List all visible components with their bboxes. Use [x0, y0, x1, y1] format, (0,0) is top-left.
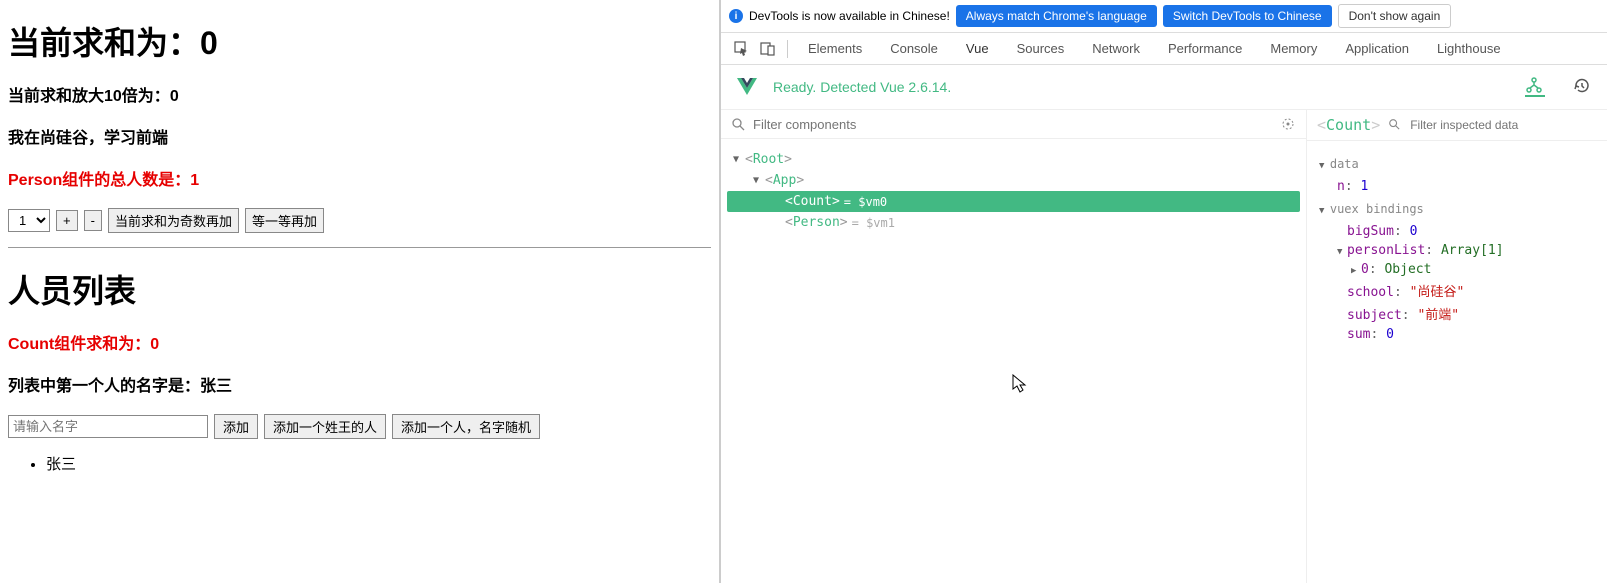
components-tab-icon[interactable]: [1525, 77, 1545, 97]
switch-chinese-button[interactable]: Switch DevTools to Chinese: [1163, 5, 1332, 27]
filter-inspected-input[interactable]: [1410, 118, 1597, 132]
language-notice-bar: i DevTools is now available in Chinese! …: [721, 0, 1607, 33]
devtools-pane: i DevTools is now available in Chinese! …: [720, 0, 1607, 583]
tree-node-person[interactable]: <Person> = $vm1: [727, 212, 1300, 233]
inspect-panel: <Count> data n: 1 vuex bindings bigSum: …: [1307, 110, 1607, 583]
sum-heading: 当前求和为：0: [8, 18, 711, 64]
name-input[interactable]: [8, 415, 208, 438]
list-item: 张三: [46, 453, 711, 474]
plus-button[interactable]: +: [56, 210, 78, 231]
inspect-element-icon[interactable]: [733, 40, 751, 58]
count-controls: 1 + - 当前求和为奇数再加 等一等再加: [8, 208, 711, 233]
match-language-button[interactable]: Always match Chrome's language: [956, 5, 1157, 27]
search-icon: [1388, 118, 1402, 132]
add-random-button[interactable]: 添加一个人，名字随机: [392, 414, 540, 439]
device-toolbar-icon[interactable]: [759, 40, 777, 58]
prop-sum[interactable]: sum: 0: [1319, 325, 1595, 344]
tab-network[interactable]: Network: [1078, 33, 1154, 64]
prop-personlist[interactable]: ▼personList: Array[1]: [1319, 241, 1595, 260]
person-total-line: Person组件的总人数是：1: [8, 166, 711, 190]
add-wang-button[interactable]: 添加一个姓王的人: [264, 414, 386, 439]
first-name-line: 列表中第一个人的名字是：张三: [8, 372, 711, 396]
tree-filter-bar: [721, 110, 1306, 139]
vue-status-text: Ready. Detected Vue 2.6.14.: [773, 79, 951, 95]
vue-panel-header: Ready. Detected Vue 2.6.14.: [721, 65, 1607, 110]
prop-bigsum[interactable]: bigSum: 0: [1319, 222, 1595, 241]
inspected-component-name: <Count>: [1317, 116, 1380, 134]
notice-text: DevTools is now available in Chinese!: [749, 9, 950, 23]
select-component-icon[interactable]: [1280, 116, 1296, 132]
add-button[interactable]: 添加: [214, 414, 258, 439]
app-pane: 当前求和为：0 当前求和放大10倍为：0 我在尚硅谷，学习前端 Person组件…: [0, 0, 720, 583]
tentimes-line: 当前求和放大10倍为：0: [8, 82, 711, 106]
data-section-header[interactable]: data: [1319, 157, 1595, 171]
vuex-section-header[interactable]: vuex bindings: [1319, 202, 1595, 216]
tab-elements[interactable]: Elements: [794, 33, 876, 64]
vue-logo-icon: [735, 75, 759, 99]
divider: [8, 247, 711, 248]
prop-n[interactable]: n: 1: [1319, 177, 1595, 196]
minus-button[interactable]: -: [84, 210, 102, 231]
history-icon[interactable]: [1573, 77, 1593, 97]
tab-console[interactable]: Console: [876, 33, 952, 64]
prop-subject[interactable]: subject: "前端": [1319, 302, 1595, 325]
increment-select[interactable]: 1: [8, 209, 50, 232]
component-tree-panel: ▼<Root> ▼<App> <Count> = $vm0 <Person> =…: [721, 110, 1307, 583]
odd-add-button[interactable]: 当前求和为奇数再加: [108, 208, 239, 233]
prop-personlist-0[interactable]: ▶0: Object: [1319, 260, 1595, 279]
tab-lighthouse[interactable]: Lighthouse: [1423, 33, 1515, 64]
school-line: 我在尚硅谷，学习前端: [8, 124, 711, 148]
devtools-tab-bar: Elements Console Vue Sources Network Per…: [721, 33, 1607, 65]
tab-sources[interactable]: Sources: [1003, 33, 1079, 64]
prop-school[interactable]: school: "尚硅谷": [1319, 279, 1595, 302]
count-sum-line: Count组件求和为：0: [8, 330, 711, 354]
tab-performance[interactable]: Performance: [1154, 33, 1256, 64]
tab-application[interactable]: Application: [1331, 33, 1423, 64]
tree-node-count[interactable]: <Count> = $vm0: [727, 191, 1300, 212]
wait-add-button[interactable]: 等一等再加: [245, 208, 324, 233]
tree-node-app[interactable]: ▼<App>: [727, 170, 1300, 191]
tab-memory[interactable]: Memory: [1256, 33, 1331, 64]
tab-vue[interactable]: Vue: [952, 33, 1003, 64]
info-icon: i: [729, 9, 743, 23]
dismiss-notice-button[interactable]: Don't show again: [1338, 4, 1452, 28]
person-input-row: 添加 添加一个姓王的人 添加一个人，名字随机: [8, 414, 711, 439]
vue-panel-body: ▼<Root> ▼<App> <Count> = $vm0 <Person> =…: [721, 110, 1607, 583]
tab-divider: [787, 40, 788, 58]
component-tree: ▼<Root> ▼<App> <Count> = $vm0 <Person> =…: [721, 139, 1306, 243]
tree-node-root[interactable]: ▼<Root>: [727, 149, 1300, 170]
list-title: 人员列表: [8, 266, 711, 312]
search-icon: [731, 117, 745, 131]
inspect-body: data n: 1 vuex bindings bigSum: 0 ▼perso…: [1307, 141, 1607, 354]
filter-components-input[interactable]: [753, 117, 1272, 132]
person-list: 张三: [46, 453, 711, 474]
inspect-header: <Count>: [1307, 110, 1607, 141]
